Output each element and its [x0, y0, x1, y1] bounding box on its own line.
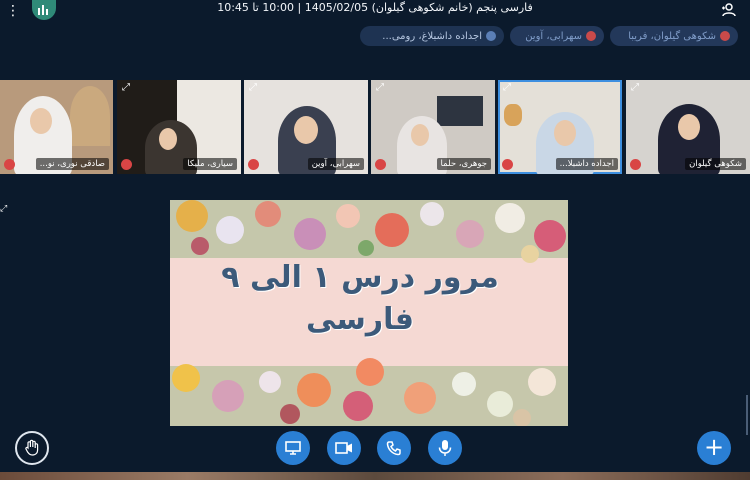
participant-tile[interactable]: ⤢ جوهری، حلما — [371, 80, 495, 174]
screen-share-button[interactable] — [276, 431, 310, 465]
mic-muted-icon — [502, 159, 513, 170]
speaker-chip-label: سهرابی، آوین — [525, 30, 582, 42]
slide-line-2: فارسی — [305, 302, 415, 337]
app-logo — [32, 0, 56, 20]
slide-line-1: مرور درس ۱ الی ۹ — [221, 260, 499, 295]
expand-icon[interactable]: ⤢ — [0, 204, 7, 214]
participant-strip: ⤢ شکوهی گیلوان ⤢ اجداده داشبلا... ⤢ جوهر… — [0, 80, 750, 174]
speaker-chips: شکوهی گیلوان، فریبا سهرابی، آوین اجداده … — [360, 26, 738, 46]
call-controls — [0, 431, 750, 465]
camera-button[interactable] — [327, 431, 361, 465]
speaker-chip-label: شکوهی گیلوان، فریبا — [628, 30, 716, 42]
participant-tile[interactable]: ⤢ اجداده داشبلا... — [498, 80, 622, 174]
camera-icon — [335, 442, 352, 454]
participant-tile[interactable]: ⤢ شکوهی گیلوان — [626, 80, 750, 174]
mic-muted-icon — [586, 31, 596, 41]
mic-muted-icon — [720, 31, 730, 41]
screen-share-icon — [285, 441, 301, 455]
expand-icon[interactable]: ⤢ — [631, 83, 641, 93]
mic-muted-icon — [121, 159, 132, 170]
background-strip — [0, 472, 750, 480]
shared-screen: مرور درس ۱ الی ۹ فارسی — [170, 200, 568, 426]
participant-name: سیاری، ملیکا — [183, 158, 237, 170]
participant-name: سهرابی، آوین — [307, 158, 364, 170]
participant-tile[interactable]: ⤢ سهرابی، آوین — [244, 80, 368, 174]
mic-muted-icon — [630, 159, 641, 170]
furniture-background — [70, 86, 110, 146]
mic-muted-icon — [248, 159, 259, 170]
phone-button[interactable] — [377, 431, 411, 465]
participant-tile[interactable]: ⤢ سیاری، ملیکا — [117, 80, 241, 174]
session-title: فارسی پنجم (خانم شکوهی گیلوان) 1405/02/0… — [217, 1, 533, 14]
plant-decoration — [504, 104, 522, 126]
participant-name: صادقی نوری، نو... — [35, 158, 109, 170]
expand-icon[interactable]: ⤢ — [376, 83, 386, 93]
top-bar: ⋮ فارسی پنجم (خانم شکوهی گیلوان) 1405/02… — [0, 0, 750, 22]
speaker-chip[interactable]: اجداده داشبلاغ، رومی... — [360, 26, 504, 46]
participants-icon[interactable] — [720, 2, 736, 18]
participant-name: اجداده داشبلا... — [555, 158, 618, 170]
expand-icon[interactable]: ⤢ — [249, 83, 259, 93]
mic-active-icon — [486, 31, 496, 41]
participant-tile[interactable]: صادقی نوری، نو... — [0, 80, 113, 174]
speaker-chip[interactable]: شکوهی گیلوان، فریبا — [610, 26, 738, 46]
mic-muted-icon — [375, 159, 386, 170]
microphone-button[interactable] — [428, 431, 462, 465]
participant-name: شکوهی گیلوان — [685, 158, 746, 170]
microphone-icon — [438, 440, 452, 456]
expand-icon[interactable]: ⤢ — [503, 83, 513, 93]
slide-heading: مرور درس ۱ الی ۹ فارسی — [210, 258, 510, 342]
speaker-chip[interactable]: سهرابی، آوین — [510, 26, 604, 46]
mic-muted-icon — [4, 159, 15, 170]
more-options-icon[interactable]: ⋮ — [6, 3, 20, 19]
expand-icon[interactable]: ⤢ — [122, 83, 132, 93]
add-button[interactable]: + — [697, 431, 731, 465]
scrollbar[interactable] — [746, 395, 748, 435]
phone-icon — [386, 441, 401, 456]
participant-name: جوهری، حلما — [436, 158, 491, 170]
speaker-chip-label: اجداده داشبلاغ، رومی... — [382, 30, 482, 42]
